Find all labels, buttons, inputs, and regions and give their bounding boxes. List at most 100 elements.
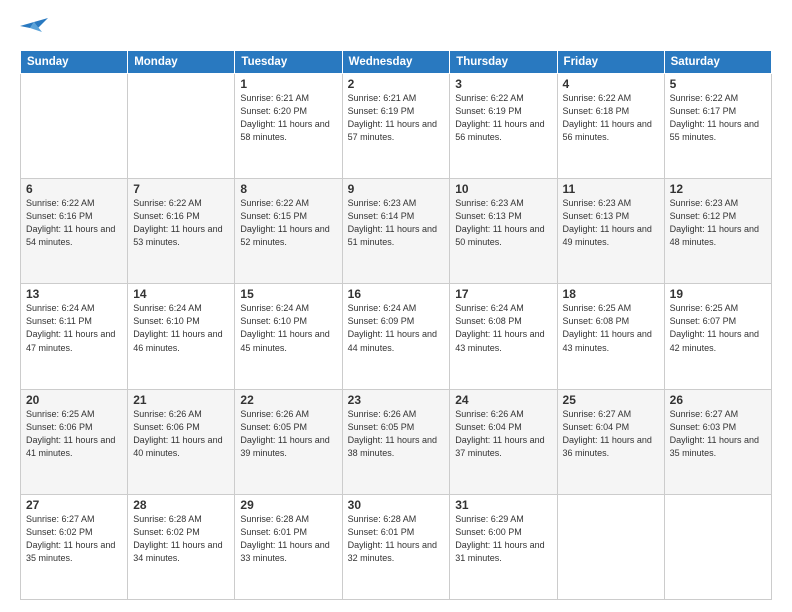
table-row: 16Sunrise: 6:24 AM Sunset: 6:09 PM Dayli…: [342, 284, 450, 389]
day-info: Sunrise: 6:27 AM Sunset: 6:04 PM Dayligh…: [563, 408, 659, 460]
day-number: 16: [348, 287, 445, 301]
day-info: Sunrise: 6:29 AM Sunset: 6:00 PM Dayligh…: [455, 513, 551, 565]
day-number: 15: [240, 287, 336, 301]
day-number: 30: [348, 498, 445, 512]
day-number: 18: [563, 287, 659, 301]
table-row: 22Sunrise: 6:26 AM Sunset: 6:05 PM Dayli…: [235, 389, 342, 494]
day-number: 31: [455, 498, 551, 512]
table-row: 23Sunrise: 6:26 AM Sunset: 6:05 PM Dayli…: [342, 389, 450, 494]
day-info: Sunrise: 6:24 AM Sunset: 6:10 PM Dayligh…: [133, 302, 229, 354]
table-row: 11Sunrise: 6:23 AM Sunset: 6:13 PM Dayli…: [557, 179, 664, 284]
logo-icon: [20, 18, 48, 40]
day-info: Sunrise: 6:22 AM Sunset: 6:15 PM Dayligh…: [240, 197, 336, 249]
table-row: 7Sunrise: 6:22 AM Sunset: 6:16 PM Daylig…: [128, 179, 235, 284]
table-row: 29Sunrise: 6:28 AM Sunset: 6:01 PM Dayli…: [235, 494, 342, 599]
table-row: 13Sunrise: 6:24 AM Sunset: 6:11 PM Dayli…: [21, 284, 128, 389]
day-number: 17: [455, 287, 551, 301]
col-friday: Friday: [557, 51, 664, 74]
col-wednesday: Wednesday: [342, 51, 450, 74]
calendar-week-row: 6Sunrise: 6:22 AM Sunset: 6:16 PM Daylig…: [21, 179, 772, 284]
table-row: 20Sunrise: 6:25 AM Sunset: 6:06 PM Dayli…: [21, 389, 128, 494]
day-number: 8: [240, 182, 336, 196]
day-info: Sunrise: 6:23 AM Sunset: 6:14 PM Dayligh…: [348, 197, 445, 249]
table-row: 14Sunrise: 6:24 AM Sunset: 6:10 PM Dayli…: [128, 284, 235, 389]
day-info: Sunrise: 6:22 AM Sunset: 6:16 PM Dayligh…: [26, 197, 122, 249]
calendar-week-row: 27Sunrise: 6:27 AM Sunset: 6:02 PM Dayli…: [21, 494, 772, 599]
day-number: 22: [240, 393, 336, 407]
calendar-header-row: Sunday Monday Tuesday Wednesday Thursday…: [21, 51, 772, 74]
day-info: Sunrise: 6:24 AM Sunset: 6:09 PM Dayligh…: [348, 302, 445, 354]
day-number: 29: [240, 498, 336, 512]
day-info: Sunrise: 6:23 AM Sunset: 6:13 PM Dayligh…: [455, 197, 551, 249]
day-info: Sunrise: 6:26 AM Sunset: 6:04 PM Dayligh…: [455, 408, 551, 460]
table-row: 17Sunrise: 6:24 AM Sunset: 6:08 PM Dayli…: [450, 284, 557, 389]
day-number: 5: [670, 77, 766, 91]
calendar-week-row: 13Sunrise: 6:24 AM Sunset: 6:11 PM Dayli…: [21, 284, 772, 389]
day-info: Sunrise: 6:22 AM Sunset: 6:17 PM Dayligh…: [670, 92, 766, 144]
logo: [20, 18, 52, 40]
day-info: Sunrise: 6:22 AM Sunset: 6:16 PM Dayligh…: [133, 197, 229, 249]
day-info: Sunrise: 6:28 AM Sunset: 6:01 PM Dayligh…: [240, 513, 336, 565]
day-info: Sunrise: 6:26 AM Sunset: 6:05 PM Dayligh…: [240, 408, 336, 460]
day-number: 28: [133, 498, 229, 512]
day-info: Sunrise: 6:26 AM Sunset: 6:06 PM Dayligh…: [133, 408, 229, 460]
table-row: 9Sunrise: 6:23 AM Sunset: 6:14 PM Daylig…: [342, 179, 450, 284]
table-row: 24Sunrise: 6:26 AM Sunset: 6:04 PM Dayli…: [450, 389, 557, 494]
day-number: 2: [348, 77, 445, 91]
day-info: Sunrise: 6:21 AM Sunset: 6:20 PM Dayligh…: [240, 92, 336, 144]
table-row: 25Sunrise: 6:27 AM Sunset: 6:04 PM Dayli…: [557, 389, 664, 494]
day-number: 9: [348, 182, 445, 196]
table-row: 30Sunrise: 6:28 AM Sunset: 6:01 PM Dayli…: [342, 494, 450, 599]
table-row: [128, 74, 235, 179]
table-row: 2Sunrise: 6:21 AM Sunset: 6:19 PM Daylig…: [342, 74, 450, 179]
table-row: 12Sunrise: 6:23 AM Sunset: 6:12 PM Dayli…: [664, 179, 771, 284]
day-number: 11: [563, 182, 659, 196]
day-number: 4: [563, 77, 659, 91]
table-row: 31Sunrise: 6:29 AM Sunset: 6:00 PM Dayli…: [450, 494, 557, 599]
day-info: Sunrise: 6:24 AM Sunset: 6:11 PM Dayligh…: [26, 302, 122, 354]
table-row: 4Sunrise: 6:22 AM Sunset: 6:18 PM Daylig…: [557, 74, 664, 179]
table-row: 26Sunrise: 6:27 AM Sunset: 6:03 PM Dayli…: [664, 389, 771, 494]
day-info: Sunrise: 6:24 AM Sunset: 6:10 PM Dayligh…: [240, 302, 336, 354]
day-number: 7: [133, 182, 229, 196]
col-sunday: Sunday: [21, 51, 128, 74]
day-number: 27: [26, 498, 122, 512]
day-info: Sunrise: 6:22 AM Sunset: 6:18 PM Dayligh…: [563, 92, 659, 144]
day-info: Sunrise: 6:25 AM Sunset: 6:06 PM Dayligh…: [26, 408, 122, 460]
day-info: Sunrise: 6:25 AM Sunset: 6:07 PM Dayligh…: [670, 302, 766, 354]
table-row: [664, 494, 771, 599]
day-info: Sunrise: 6:28 AM Sunset: 6:01 PM Dayligh…: [348, 513, 445, 565]
day-info: Sunrise: 6:23 AM Sunset: 6:13 PM Dayligh…: [563, 197, 659, 249]
table-row: 5Sunrise: 6:22 AM Sunset: 6:17 PM Daylig…: [664, 74, 771, 179]
table-row: 15Sunrise: 6:24 AM Sunset: 6:10 PM Dayli…: [235, 284, 342, 389]
table-row: 18Sunrise: 6:25 AM Sunset: 6:08 PM Dayli…: [557, 284, 664, 389]
page: Sunday Monday Tuesday Wednesday Thursday…: [0, 0, 792, 612]
table-row: 8Sunrise: 6:22 AM Sunset: 6:15 PM Daylig…: [235, 179, 342, 284]
day-number: 26: [670, 393, 766, 407]
day-number: 19: [670, 287, 766, 301]
day-number: 20: [26, 393, 122, 407]
calendar-week-row: 1Sunrise: 6:21 AM Sunset: 6:20 PM Daylig…: [21, 74, 772, 179]
table-row: 6Sunrise: 6:22 AM Sunset: 6:16 PM Daylig…: [21, 179, 128, 284]
day-number: 3: [455, 77, 551, 91]
day-info: Sunrise: 6:28 AM Sunset: 6:02 PM Dayligh…: [133, 513, 229, 565]
header: [20, 18, 772, 40]
table-row: 10Sunrise: 6:23 AM Sunset: 6:13 PM Dayli…: [450, 179, 557, 284]
day-info: Sunrise: 6:22 AM Sunset: 6:19 PM Dayligh…: [455, 92, 551, 144]
table-row: 28Sunrise: 6:28 AM Sunset: 6:02 PM Dayli…: [128, 494, 235, 599]
day-info: Sunrise: 6:26 AM Sunset: 6:05 PM Dayligh…: [348, 408, 445, 460]
day-info: Sunrise: 6:27 AM Sunset: 6:03 PM Dayligh…: [670, 408, 766, 460]
day-number: 24: [455, 393, 551, 407]
day-number: 13: [26, 287, 122, 301]
day-number: 25: [563, 393, 659, 407]
day-number: 23: [348, 393, 445, 407]
table-row: 21Sunrise: 6:26 AM Sunset: 6:06 PM Dayli…: [128, 389, 235, 494]
day-number: 21: [133, 393, 229, 407]
day-info: Sunrise: 6:24 AM Sunset: 6:08 PM Dayligh…: [455, 302, 551, 354]
calendar-table: Sunday Monday Tuesday Wednesday Thursday…: [20, 50, 772, 600]
table-row: 1Sunrise: 6:21 AM Sunset: 6:20 PM Daylig…: [235, 74, 342, 179]
col-tuesday: Tuesday: [235, 51, 342, 74]
table-row: [557, 494, 664, 599]
col-saturday: Saturday: [664, 51, 771, 74]
day-info: Sunrise: 6:25 AM Sunset: 6:08 PM Dayligh…: [563, 302, 659, 354]
